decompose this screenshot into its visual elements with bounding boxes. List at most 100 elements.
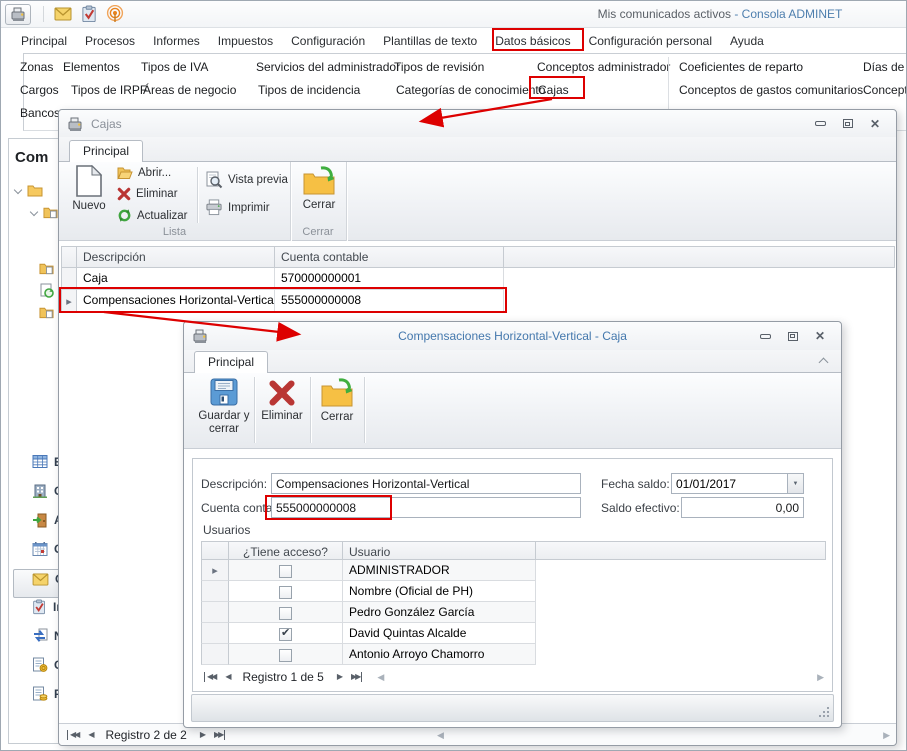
- cell-usuario[interactable]: ADMINISTRADOR: [343, 560, 536, 581]
- imprimir-button[interactable]: Imprimir: [205, 199, 270, 216]
- cell-acceso[interactable]: [229, 581, 343, 602]
- menu-conceptos-administrador[interactable]: Conceptos administrador: [537, 60, 670, 74]
- cell-acceso[interactable]: [229, 560, 343, 581]
- tab-ayuda[interactable]: Ayuda: [730, 34, 764, 48]
- checkbox[interactable]: [279, 649, 292, 662]
- cerrar-button[interactable]: Cerrar: [314, 377, 360, 424]
- cell-acceso[interactable]: [229, 602, 343, 623]
- next-record-icon[interactable]: [198, 730, 206, 740]
- abrir-button[interactable]: Abrir...: [117, 166, 171, 180]
- first-record-icon[interactable]: [204, 672, 217, 682]
- column-header-tiene-acceso[interactable]: ¿Tiene acceso?: [229, 541, 343, 560]
- tab-configuracion-personal[interactable]: Configuración personal: [589, 34, 712, 48]
- guardar-y-cerrar-button[interactable]: Guardar y cerrar: [198, 377, 250, 436]
- menu-elementos[interactable]: Elementos: [63, 60, 120, 74]
- table-row[interactable]: ADMINISTRADOR: [201, 560, 826, 581]
- menu-cargos[interactable]: Cargos: [20, 83, 59, 97]
- minimize-icon[interactable]: [814, 121, 826, 126]
- table-row[interactable]: Caja 570000000001: [61, 268, 895, 290]
- column-header-descripcion[interactable]: Descripción: [77, 246, 275, 268]
- tree-node-item[interactable]: [39, 305, 54, 319]
- dropdown-arrow-icon[interactable]: [787, 474, 803, 493]
- tree-node-item[interactable]: [39, 283, 54, 298]
- checkbox[interactable]: [279, 586, 292, 599]
- scroll-right-icon[interactable]: ▶: [817, 672, 824, 682]
- cell-descripcion[interactable]: Caja: [77, 268, 275, 290]
- tasks-button[interactable]: [76, 4, 102, 25]
- menu-dias-de-envio[interactable]: Días de en: [863, 60, 906, 74]
- checkbox[interactable]: [279, 626, 292, 641]
- tab-informes[interactable]: Informes: [153, 34, 200, 48]
- tab-principal[interactable]: Principal: [69, 140, 144, 162]
- previous-record-icon[interactable]: [223, 672, 231, 682]
- previous-record-icon[interactable]: [86, 730, 94, 740]
- menu-coeficientes-de-reparto[interactable]: Coeficientes de reparto: [679, 60, 803, 74]
- menu-areas-de-negocio[interactable]: Áreas de negocio: [143, 83, 236, 97]
- chevron-down-icon[interactable]: [29, 207, 39, 217]
- cell-cuenta[interactable]: 570000000001: [275, 268, 504, 290]
- tab-datos-basicos[interactable]: Datos básicos: [495, 34, 570, 48]
- table-row[interactable]: Antonio Arroyo Chamorro: [201, 644, 826, 665]
- minimize-icon[interactable]: [759, 333, 771, 339]
- menu-conceptos[interactable]: Concepto: [863, 83, 906, 97]
- scroll-left-icon[interactable]: ◀: [377, 672, 384, 682]
- cerrar-button[interactable]: Cerrar: [297, 165, 341, 212]
- broadcast-button[interactable]: [102, 4, 128, 25]
- tree-node-root[interactable]: [13, 183, 43, 197]
- tab-plantillas-de-texto[interactable]: Plantillas de texto: [383, 34, 477, 48]
- fecha-saldo-field[interactable]: [671, 473, 804, 494]
- cell-descripcion[interactable]: Compensaciones Horizontal-Vertical: [77, 290, 275, 312]
- cell-usuario[interactable]: Pedro González García: [343, 602, 536, 623]
- first-record-icon[interactable]: [67, 729, 80, 740]
- close-icon[interactable]: ✕: [870, 118, 880, 130]
- checkbox[interactable]: [279, 607, 292, 620]
- menu-tipos-de-iva[interactable]: Tipos de IVA: [141, 60, 208, 74]
- chevron-down-icon[interactable]: [13, 185, 23, 195]
- fecha-saldo-input[interactable]: [672, 474, 787, 493]
- restore-icon[interactable]: [787, 331, 798, 341]
- eliminar-button[interactable]: Eliminar: [117, 187, 178, 201]
- tree-node-item[interactable]: [39, 261, 54, 275]
- scroll-right-icon[interactable]: ▶: [883, 730, 890, 740]
- vista-previa-button[interactable]: Vista previa: [205, 171, 288, 189]
- table-row[interactable]: David Quintas Alcalde: [201, 623, 826, 644]
- tab-principal[interactable]: Principal: [21, 34, 67, 48]
- cuenta-contable-field[interactable]: [271, 497, 581, 518]
- cajas-dialog-titlebar[interactable]: Cajas ✕: [59, 110, 896, 137]
- column-header-usuario[interactable]: Usuario: [343, 541, 536, 560]
- menu-servicios-del-administrador[interactable]: Servicios del administrador: [256, 60, 400, 74]
- tab-configuracion[interactable]: Configuración: [291, 34, 365, 48]
- last-record-icon[interactable]: [212, 729, 226, 740]
- checkbox[interactable]: [279, 565, 292, 578]
- actualizar-button[interactable]: Actualizar: [117, 208, 188, 223]
- menu-tipos-de-incidencia[interactable]: Tipos de incidencia: [258, 83, 360, 97]
- tab-principal[interactable]: Principal: [194, 351, 269, 373]
- app-menu-button[interactable]: [5, 3, 31, 25]
- resize-grip-icon[interactable]: [819, 707, 830, 718]
- last-record-icon[interactable]: [349, 672, 363, 682]
- mail-button[interactable]: [50, 4, 76, 25]
- cell-usuario[interactable]: Nombre (Oficial de PH): [343, 581, 536, 602]
- tab-impuestos[interactable]: Impuestos: [218, 34, 273, 48]
- menu-categorias-de-conocimiento[interactable]: Categorías de conocimiento: [396, 83, 545, 97]
- menu-bancos[interactable]: Bancos: [20, 106, 60, 120]
- menu-tipos-de-irpf[interactable]: Tipos de IRPF: [71, 83, 147, 97]
- menu-tipos-de-revision[interactable]: Tipos de revisión: [394, 60, 484, 74]
- cell-cuenta[interactable]: 555000000008: [275, 290, 504, 312]
- eliminar-button[interactable]: Eliminar: [258, 379, 306, 423]
- scroll-left-icon[interactable]: ◀: [437, 730, 444, 740]
- restore-icon[interactable]: [842, 119, 853, 128]
- tab-procesos[interactable]: Procesos: [85, 34, 135, 48]
- menu-cajas[interactable]: Cajas: [538, 83, 569, 97]
- menu-zonas[interactable]: Zonas: [20, 60, 53, 74]
- cell-usuario[interactable]: Antonio Arroyo Chamorro: [343, 644, 536, 665]
- column-header-cuenta-contable[interactable]: Cuenta contable: [275, 246, 504, 268]
- close-icon[interactable]: ✕: [815, 330, 825, 342]
- saldo-efectivo-field[interactable]: [681, 497, 804, 518]
- table-row-selected[interactable]: Compensaciones Horizontal-Vertical 55500…: [61, 290, 895, 312]
- cell-usuario[interactable]: David Quintas Alcalde: [343, 623, 536, 644]
- table-row[interactable]: Nombre (Oficial de PH): [201, 581, 826, 602]
- collapse-ribbon-icon[interactable]: [818, 357, 829, 368]
- next-record-icon[interactable]: [335, 672, 343, 682]
- cell-acceso[interactable]: [229, 644, 343, 665]
